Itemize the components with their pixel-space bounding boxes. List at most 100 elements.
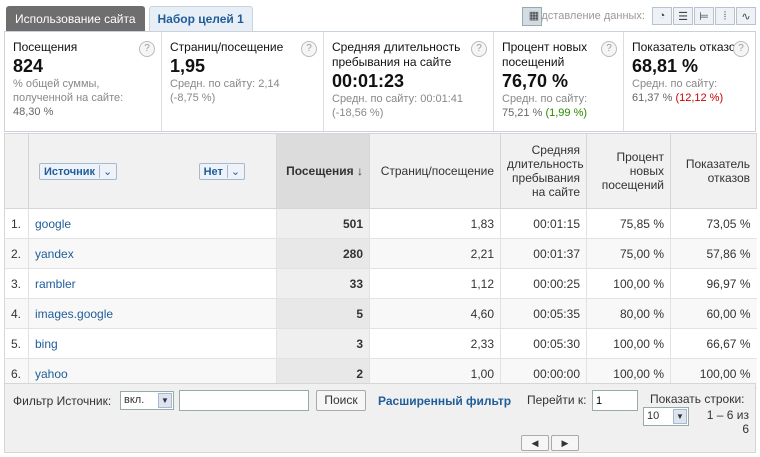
table-row: 3. rambler 33 1,12 00:00:25 100,00 % 96,97 % (4, 268, 757, 299)
row-duration: 00:05:35 (500, 298, 587, 329)
table-row: 2. yandex 280 2,21 00:01:37 75,00 % 57,86 % (4, 238, 757, 269)
tab-site-usage[interactable]: Использование сайта (6, 6, 145, 31)
table-row: 4. images.google 5 4,60 00:05:35 80,00 % 60,00… (4, 298, 757, 329)
row-pages: 4,60 (369, 298, 501, 329)
pie-view-icon[interactable]: ◔ (652, 7, 672, 25)
chevron-right-icon: ▶ (561, 438, 569, 448)
table-footer: Фильтр Источник: вкл. ▼ Поиск Расширенный… (4, 383, 756, 453)
table-view-icon[interactable]: ▦ (522, 6, 543, 26)
sort-arrow-icon: ↓ (357, 164, 363, 178)
row-bounce: 60,00 % (670, 298, 757, 329)
advanced-filter-link[interactable]: Расширенный фильтр (378, 394, 511, 408)
summary-change: (12,12 %) (675, 92, 724, 104)
chevron-down-icon: ▼ (158, 393, 172, 408)
row-index: 3. (4, 268, 29, 299)
row-source-link[interactable]: google (28, 208, 277, 239)
secondary-label: Нет (203, 165, 223, 178)
summary-title: Средняя длительность пребывания на сайте (332, 40, 461, 69)
filter-mode-value: вкл. (124, 394, 145, 406)
goto-input[interactable] (592, 390, 638, 411)
next-page-button[interactable]: ▶ (551, 435, 579, 451)
row-index: 4. (4, 298, 29, 329)
row-visits: 280 (276, 238, 370, 269)
prev-page-button[interactable]: ◀ (521, 435, 549, 451)
summary-sub: Средн. по сайту: (632, 78, 718, 90)
row-duration: 00:05:30 (500, 328, 587, 359)
summary-change: (-8,75 %) (170, 92, 216, 104)
row-new-visits: 75,00 % (586, 238, 671, 269)
filter-mode-select[interactable]: вкл. ▼ (120, 391, 174, 410)
row-visits: 3 (276, 328, 370, 359)
col-duration[interactable]: Средняя длительность пребывания на сайте (500, 133, 587, 209)
secondary-dimension-dropdown[interactable]: Нет ⌄ (198, 162, 246, 180)
chevron-left-icon: ◀ (531, 438, 539, 448)
summary-value: 824 (13, 56, 44, 76)
comparison-view-icon[interactable]: ⊨ (694, 7, 714, 25)
row-new-visits: 75,85 % (586, 208, 671, 239)
row-source-link[interactable]: yandex (28, 238, 277, 269)
row-new-visits: 100,00 % (586, 328, 671, 359)
row-duration: 00:00:25 (500, 268, 587, 299)
data-view-switcher: Представление данных: ▦ ◔ ☰ ⊨ ⦙ ∿ (521, 6, 756, 26)
filter-input[interactable] (179, 390, 309, 411)
summary-visits: Посещения 824 % общей суммы, полученной … (5, 32, 162, 131)
row-source-link[interactable]: bing (28, 328, 277, 359)
summary-sub: Средн. по сайту: 2,14 (170, 78, 280, 90)
row-pages: 1,83 (369, 208, 501, 239)
summary-avg: 61,37 % (632, 92, 673, 104)
row-pages: 2,33 (369, 328, 501, 359)
search-button[interactable]: Поиск (316, 390, 366, 411)
filter-label: Фильтр Источник: (13, 394, 112, 408)
row-pages: 1,12 (369, 268, 501, 299)
table-row: 5. bing 3 2,33 00:05:30 100,00 % 66,67 % (4, 328, 757, 359)
col-bounce[interactable]: Показатель отказов (670, 133, 757, 209)
help-icon[interactable]: ? (301, 41, 317, 57)
summary-panel: Посещения 824 % общей суммы, полученной … (4, 31, 756, 132)
help-icon[interactable]: ? (139, 41, 155, 57)
bar-view-icon[interactable]: ☰ (673, 7, 693, 25)
col-new-visits[interactable]: Процент новых посещений (586, 133, 671, 209)
summary-pages: Страниц/посещение 1,95 Средн. по сайту: … (162, 32, 324, 131)
col-visits[interactable]: Посещения ↓ (276, 133, 370, 209)
tab-goal-set-1[interactable]: Набор целей 1 (148, 6, 253, 31)
row-source-link[interactable]: rambler (28, 268, 277, 299)
row-index: 5. (4, 328, 29, 359)
summary-value: 68,81 % (632, 56, 699, 76)
row-bounce: 66,67 % (670, 328, 757, 359)
summary-sub: Средн. по сайту: 00:01:41 (332, 93, 464, 105)
sparkline-view-icon[interactable]: ∿ (736, 7, 756, 25)
row-bounce: 73,05 % (670, 208, 757, 239)
goto-label: Перейти к: (527, 393, 587, 407)
row-source-link[interactable]: images.google (28, 298, 277, 329)
row-bounce: 57,86 % (670, 238, 757, 269)
col-visits-label: Посещения (286, 164, 354, 178)
summary-value: 1,95 (170, 56, 206, 76)
rows-per-page-select[interactable]: 10 ▼ (643, 407, 689, 426)
col-pages[interactable]: Страниц/посещение (369, 133, 501, 209)
summary-title: Посещения (13, 40, 78, 54)
summary-sub: Средн. по сайту: (502, 93, 588, 105)
help-icon[interactable]: ? (601, 41, 617, 57)
dimension-dropdown[interactable]: Источник ⌄ (39, 162, 118, 180)
table-row: 1. google 501 1,83 00:01:15 75,85 % 73,05 % (4, 208, 757, 239)
summary-percent: 48,30 % (13, 106, 54, 118)
summary-value: 00:01:23 (332, 71, 405, 91)
chevron-down-icon: ▼ (673, 409, 687, 424)
report-tabs: Использование сайта Набор целей 1 (6, 6, 257, 31)
summary-bounce: Показатель отказов 68,81 % Средн. по сай… (624, 32, 755, 131)
row-duration: 00:01:37 (500, 238, 587, 269)
summary-title: Страниц/посещение (170, 40, 284, 54)
chevron-down-icon: ⌄ (99, 164, 112, 178)
col-index (4, 133, 29, 209)
row-index: 2. (4, 238, 29, 269)
summary-value: 76,70 % (502, 71, 569, 91)
data-table: Источник ⌄ Нет ⌄ Посещения ↓ Страниц/посещ… (4, 133, 757, 389)
rows-value: 10 (647, 410, 660, 422)
help-icon[interactable]: ? (733, 41, 749, 57)
summary-new-visits: Процент новых посещений 76,70 % Средн. п… (494, 32, 624, 131)
row-index: 1. (4, 208, 29, 239)
summary-title: Процент новых посещений (502, 40, 588, 69)
page-range: 1 – 6 из 6 (706, 408, 749, 436)
pivot-view-icon[interactable]: ⦙ (715, 7, 735, 25)
help-icon[interactable]: ? (471, 41, 487, 57)
